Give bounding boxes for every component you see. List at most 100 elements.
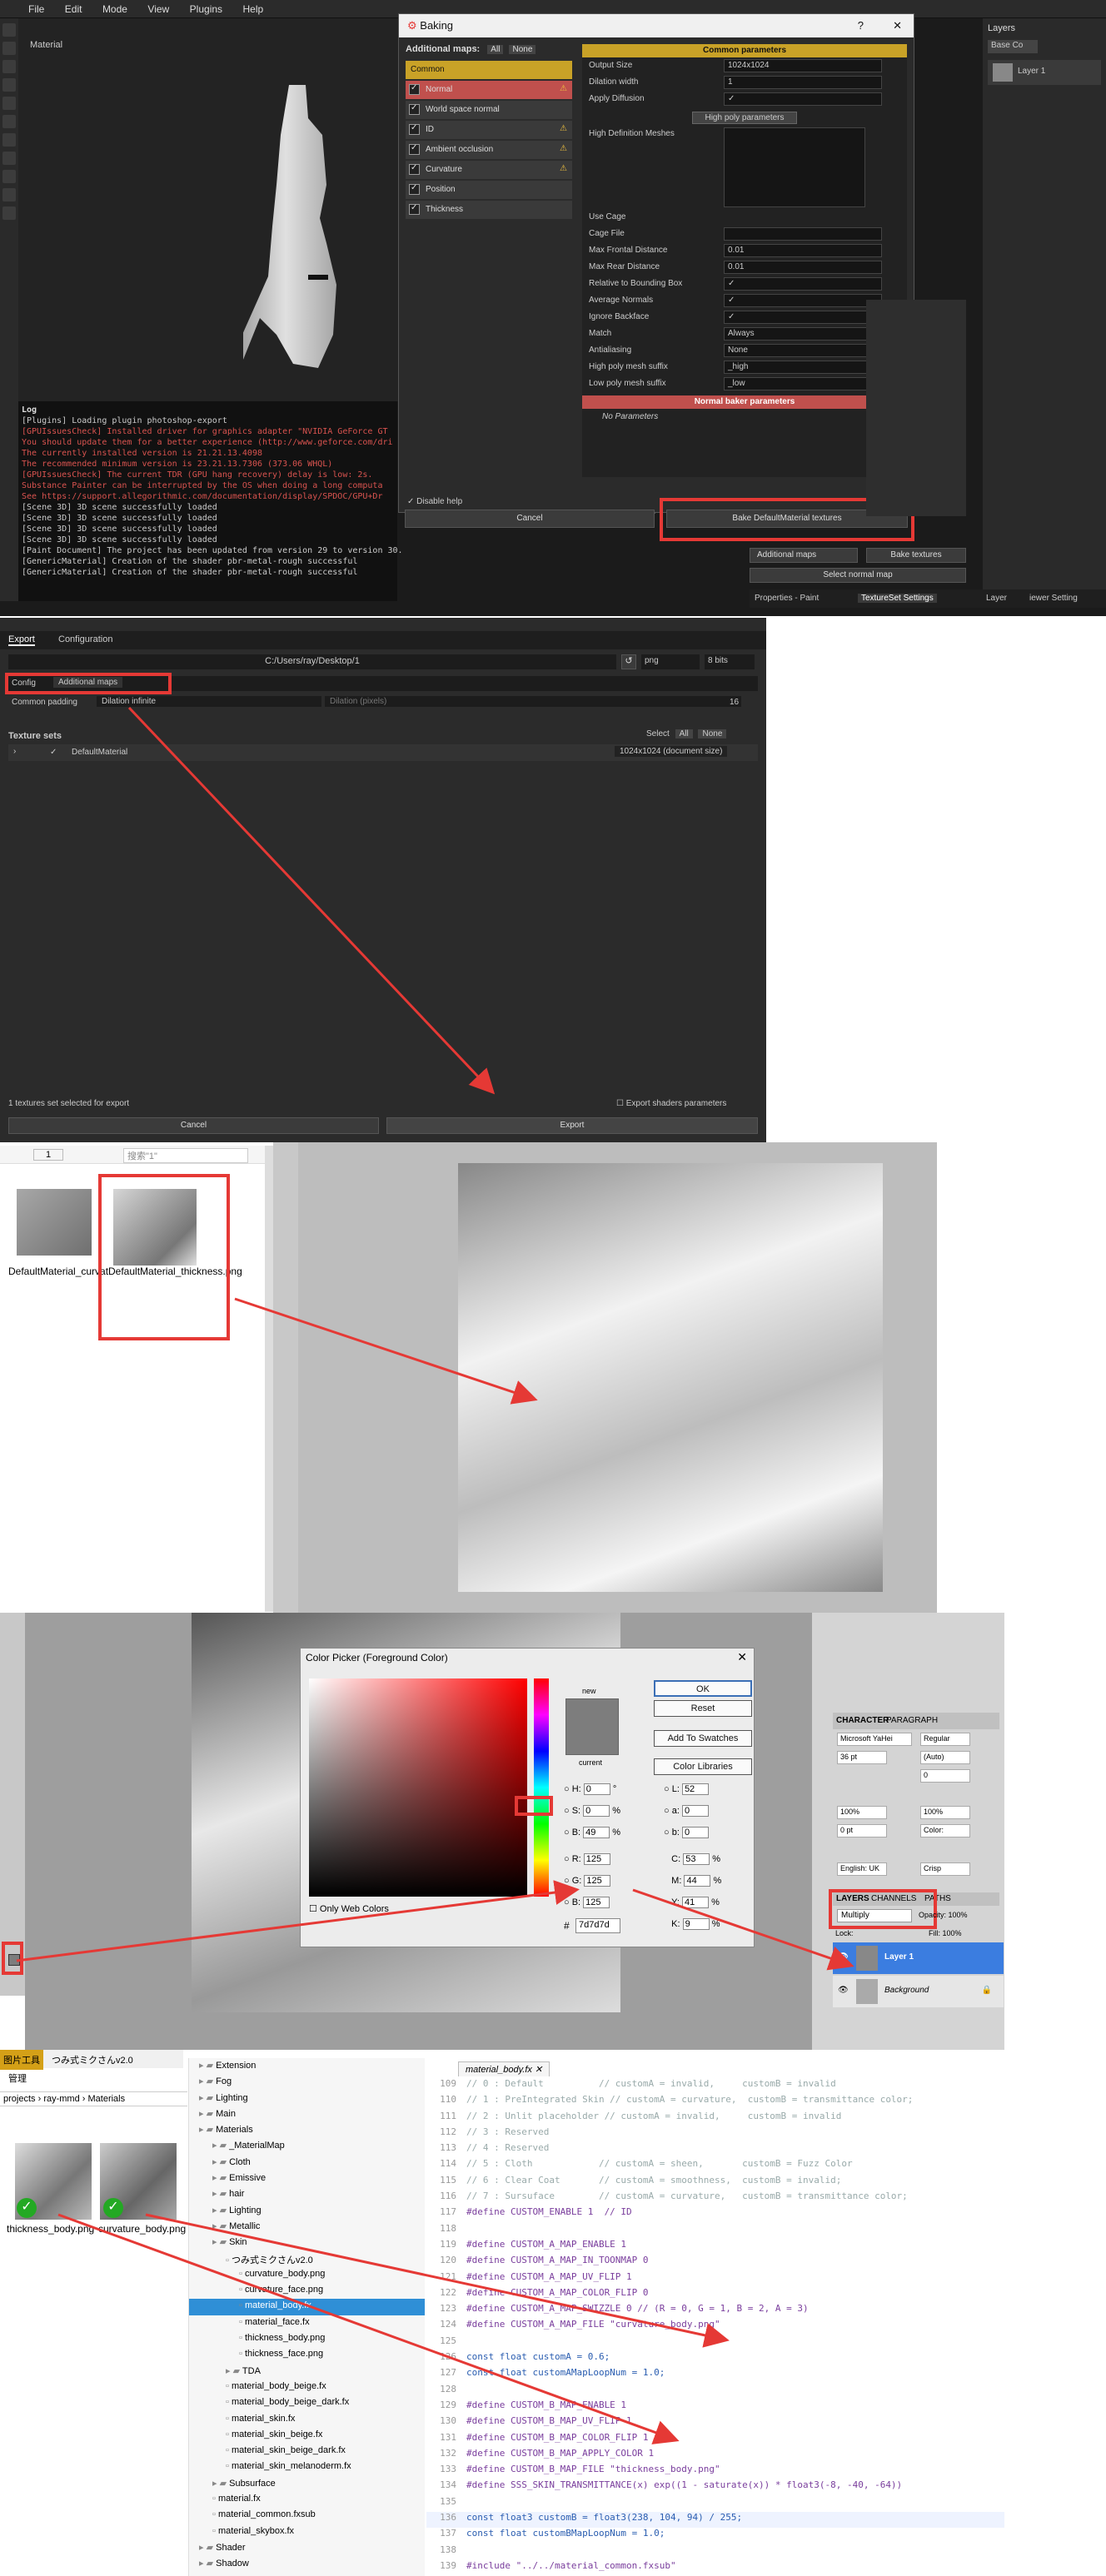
expand-chevron-icon[interactable]: › bbox=[13, 747, 16, 756]
param-value[interactable]: Always bbox=[724, 327, 882, 341]
value-input[interactable]: 125 bbox=[584, 1875, 611, 1887]
map-row[interactable]: Position bbox=[406, 181, 572, 199]
tree-item[interactable]: ▸ ▰ Subsurface bbox=[189, 2476, 425, 2492]
tree-item[interactable]: ▸ ▰ Lighting bbox=[189, 2091, 425, 2106]
close-icon[interactable]: ✕ bbox=[893, 19, 902, 32]
tree-item[interactable]: ▸ ▰ _MaterialMap bbox=[189, 2138, 425, 2154]
tree-item[interactable]: ▸ ▰ Skin bbox=[189, 2235, 425, 2250]
clone-tool-icon[interactable] bbox=[2, 115, 16, 128]
char-leading[interactable]: (Auto) bbox=[920, 1751, 970, 1764]
map-checkbox[interactable] bbox=[409, 203, 420, 215]
disable-help-checkbox[interactable]: ✓ Disable help bbox=[407, 497, 462, 506]
code-line[interactable]: 138 bbox=[426, 2544, 1004, 2560]
cage-file-field[interactable] bbox=[724, 227, 882, 241]
value-input[interactable]: 49 bbox=[583, 1827, 610, 1838]
param-value[interactable]: ✓ bbox=[724, 277, 882, 291]
map-checkbox[interactable] bbox=[409, 103, 420, 115]
tab-character[interactable]: CHARACTER bbox=[836, 1716, 889, 1725]
select-none-button[interactable]: None bbox=[698, 729, 727, 738]
code-line[interactable]: 130 #define CUSTOM_B_MAP_UV_FLIP 1 bbox=[426, 2415, 1004, 2431]
code-line[interactable]: 129 #define CUSTOM_B_MAP_ENABLE 1 bbox=[426, 2399, 1004, 2415]
tree-item[interactable]: ▫ curvature_body.png bbox=[189, 2267, 425, 2283]
editor-tab[interactable]: material_body.fx ✕ bbox=[458, 2061, 551, 2076]
tree-item[interactable]: ▸ ▰ hair bbox=[189, 2186, 425, 2202]
menu-plugins[interactable]: Plugins bbox=[182, 0, 231, 18]
only-web-colors-checkbox[interactable]: ☐ Only Web Colors bbox=[309, 1903, 389, 1914]
export-shaders-checkbox[interactable]: ☐ Export shaders parameters bbox=[616, 1099, 726, 1108]
code-line[interactable]: 128 bbox=[426, 2384, 1004, 2399]
map-checkbox[interactable] bbox=[409, 143, 420, 155]
tree-item[interactable]: ▫ thickness_body.png bbox=[189, 2331, 425, 2347]
tree-item[interactable]: ▸ ▰ Skybox bbox=[189, 2573, 425, 2576]
color-field[interactable] bbox=[309, 1678, 527, 1897]
code-line[interactable]: 137 const float customBMapLoopNum = 1.0; bbox=[426, 2528, 1004, 2544]
curvature-body-filename[interactable]: curvature_body.png bbox=[98, 2223, 190, 2235]
map-row[interactable]: Curvature ⚠ bbox=[406, 161, 572, 179]
map-row[interactable]: World space normal bbox=[406, 101, 572, 119]
char-font[interactable]: Microsoft YaHei bbox=[837, 1733, 912, 1746]
help-button[interactable]: ? bbox=[858, 19, 864, 32]
render-icon[interactable] bbox=[2, 188, 16, 201]
dilation-field[interactable]: Dilation (pixels) bbox=[325, 696, 741, 707]
code-line[interactable]: 122 #define CUSTOM_A_MAP_COLOR_FLIP 0 bbox=[426, 2287, 1004, 2303]
param-value[interactable]: None bbox=[724, 344, 882, 357]
code-line[interactable]: 118 bbox=[426, 2223, 1004, 2239]
texture-set-row[interactable]: › ✓ DefaultMaterial 1024x1024 (document … bbox=[8, 744, 758, 761]
char-scale[interactable]: 100% bbox=[837, 1806, 887, 1819]
hex-input[interactable]: 7d7d7d bbox=[575, 1918, 620, 1933]
export-button[interactable]: Export bbox=[386, 1117, 758, 1134]
settings-icon[interactable] bbox=[2, 206, 16, 220]
value-input[interactable]: 125 bbox=[583, 1853, 610, 1865]
code-line[interactable]: 114 // 5 : Cloth // customA = sheen, cust… bbox=[426, 2158, 1004, 2174]
param-value[interactable]: 1 bbox=[724, 76, 882, 89]
param-value[interactable]: 0.01 bbox=[724, 261, 882, 274]
tree-item[interactable]: ▸ ▰ Shader bbox=[189, 2540, 425, 2556]
tree-item[interactable]: ▫ material_body_beige.fx bbox=[189, 2380, 425, 2395]
tree-item[interactable]: ▫ material_skin_melanoderm.fx bbox=[189, 2459, 425, 2475]
code-line[interactable]: 121 #define CUSTOM_A_MAP_UV_FLIP 1 bbox=[426, 2271, 1004, 2287]
brush-tool-icon[interactable] bbox=[2, 23, 16, 37]
tree-item[interactable]: ▫ material_skin_beige.fx bbox=[189, 2428, 425, 2444]
tree-item[interactable]: ▫ material_skin_beige_dark.fx bbox=[189, 2444, 425, 2459]
code-line[interactable]: 125 bbox=[426, 2335, 1004, 2351]
code-line[interactable]: 126 const float customA = 0.6; bbox=[426, 2351, 1004, 2367]
tree-item[interactable]: ▫ material_body.fx bbox=[189, 2299, 425, 2315]
menu-view[interactable]: View bbox=[139, 0, 177, 18]
undo-icon[interactable]: ↺ bbox=[621, 654, 636, 669]
code-line[interactable]: 131 #define CUSTOM_B_MAP_COLOR_FLIP 1 bbox=[426, 2432, 1004, 2448]
select-all-button[interactable]: All bbox=[675, 729, 693, 738]
tree-item[interactable]: ▸ ▰ Emissive bbox=[189, 2171, 425, 2186]
param-value[interactable]: 1024x1024 bbox=[724, 59, 882, 72]
tree-item[interactable]: ▸ ▰ Metallic bbox=[189, 2219, 425, 2235]
tab-picture-tools[interactable]: 图片工具 bbox=[0, 2050, 43, 2070]
tab-close-icon[interactable]: ✕ bbox=[535, 2065, 542, 2075]
select-normal-map-button[interactable]: Select normal map bbox=[750, 568, 966, 583]
hue-slider[interactable] bbox=[534, 1678, 549, 1897]
curvature-thumbnail[interactable] bbox=[17, 1189, 92, 1256]
padding-select[interactable]: Dilation infinite bbox=[97, 696, 321, 707]
char-tracking[interactable]: 0 bbox=[920, 1769, 970, 1783]
menu-mode[interactable]: Mode bbox=[94, 0, 136, 18]
code-line[interactable]: 115 // 6 : Clear Coat // customA = smooth… bbox=[426, 2175, 1004, 2191]
value-input[interactable]: 0 bbox=[681, 1827, 709, 1838]
cancel-button[interactable]: Cancel bbox=[405, 510, 655, 528]
geometry-fill-icon[interactable] bbox=[2, 78, 16, 92]
polygon-fill-icon[interactable] bbox=[2, 152, 16, 165]
tree-item[interactable]: ▫ material_common.fxsub bbox=[189, 2508, 425, 2524]
map-row[interactable]: Ambient occlusion ⚠ bbox=[406, 141, 572, 159]
search-input[interactable]: 搜索"1" bbox=[123, 1148, 248, 1163]
tree-item[interactable]: ▸ ▰ Extension bbox=[189, 2058, 425, 2074]
code-line[interactable]: 132 #define CUSTOM_B_MAP_APPLY_COLOR 1 bbox=[426, 2448, 1004, 2464]
code-line[interactable]: 127 const float customAMapLoopNum = 1.0; bbox=[426, 2367, 1004, 2383]
eye-icon-bg[interactable]: 👁 bbox=[838, 1986, 849, 1995]
eraser-tool-icon[interactable] bbox=[2, 42, 16, 55]
param-value[interactable]: _low bbox=[724, 377, 882, 390]
tab-export[interactable]: Export bbox=[8, 634, 35, 646]
code-line[interactable]: 139 #include "../../material_common.fxsub… bbox=[426, 2560, 1004, 2576]
thickness-body-filename[interactable]: thickness_body.png bbox=[7, 2223, 98, 2235]
layer-row-background[interactable]: 👁 Background 🔒 bbox=[833, 1976, 1004, 2007]
cp-reset-button[interactable]: Reset bbox=[654, 1700, 752, 1717]
projection-tool-icon[interactable] bbox=[2, 60, 16, 73]
layer-row-layer1[interactable]: 👁 Layer 1 bbox=[833, 1942, 1004, 1974]
tree-item[interactable]: ▫ thickness_face.png bbox=[189, 2347, 425, 2363]
